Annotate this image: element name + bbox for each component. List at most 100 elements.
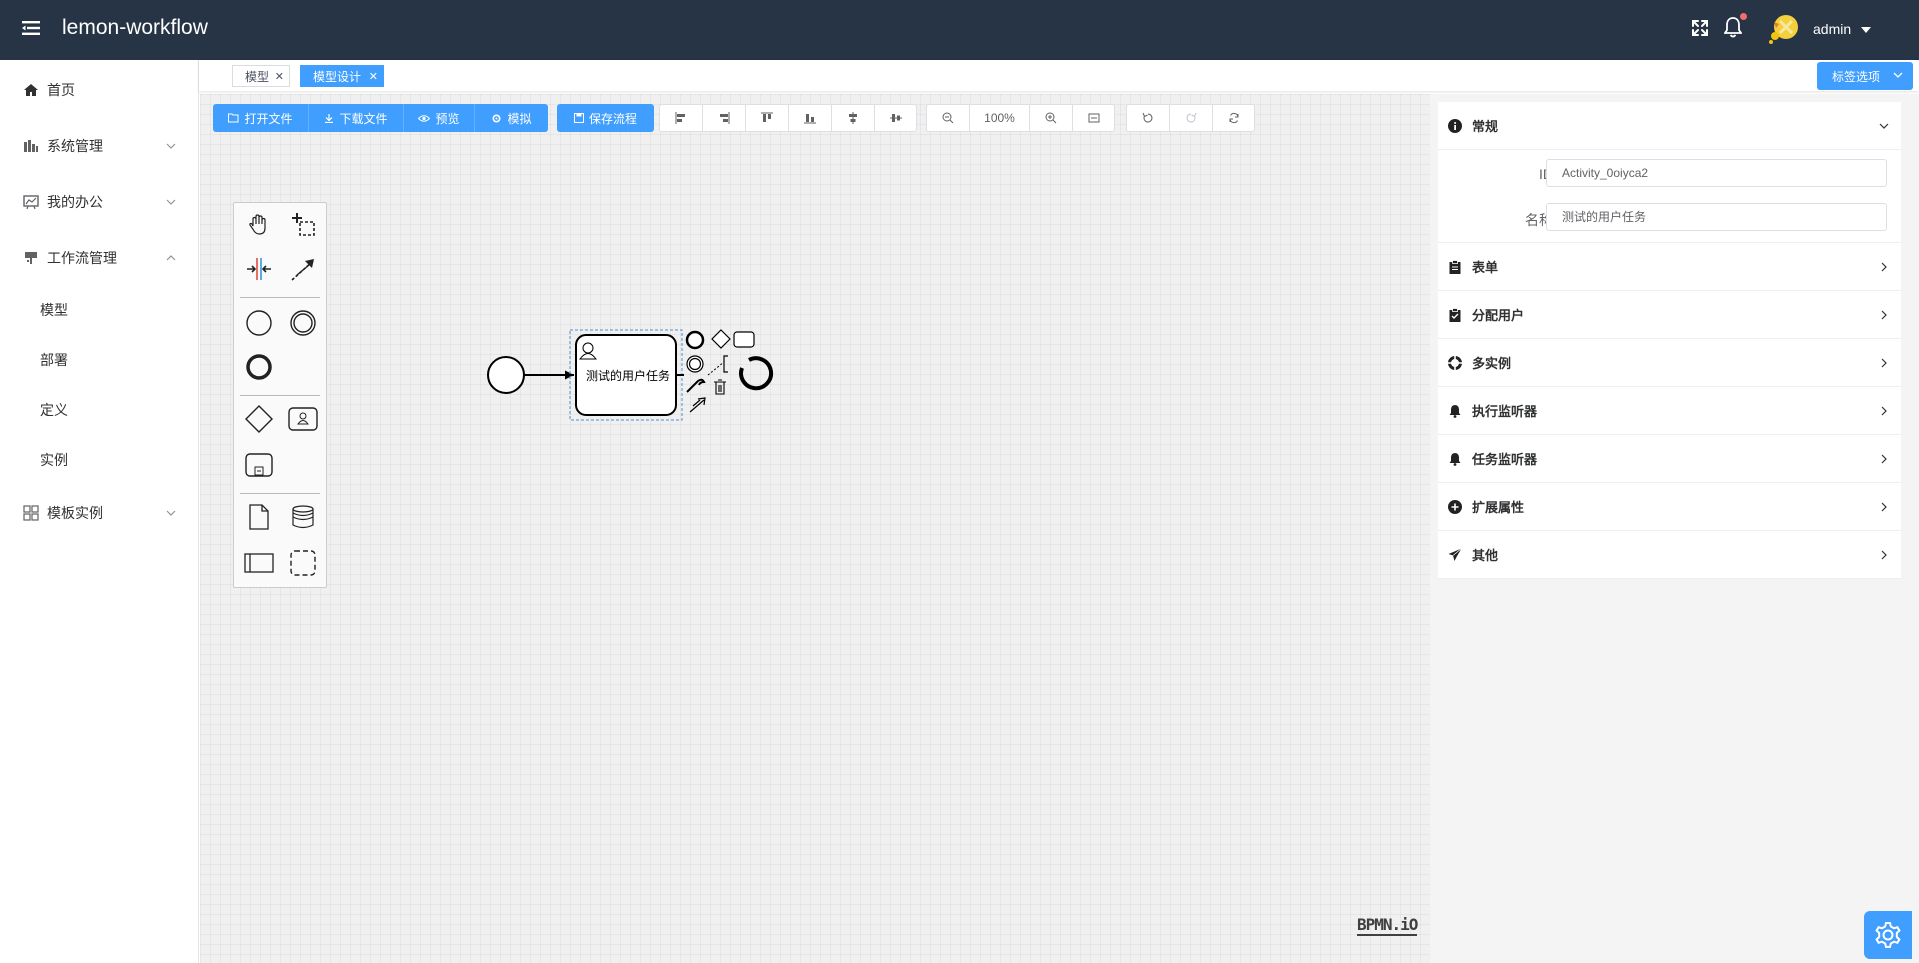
space-tool[interactable] xyxy=(243,253,275,285)
trash-icon[interactable] xyxy=(714,379,726,395)
wrench-icon[interactable] xyxy=(686,378,706,393)
redo-button[interactable] xyxy=(1169,104,1212,132)
create-end-event[interactable] xyxy=(243,351,275,383)
chevron-up-icon xyxy=(166,255,176,261)
tag-options-button[interactable]: 标签选项 xyxy=(1817,62,1913,90)
sidebar-subitem-label: 模型 xyxy=(40,302,68,318)
sidebar-subitem-deploy[interactable]: 部署 xyxy=(0,335,199,385)
reset-button[interactable] xyxy=(1212,104,1255,132)
save-process-button[interactable]: 保存流程 xyxy=(557,104,654,132)
user-name[interactable]: admin xyxy=(1813,21,1851,37)
sidebar-subitem-definition[interactable]: 定义 xyxy=(0,385,199,435)
fit-viewport-button[interactable] xyxy=(1072,104,1115,132)
start-event[interactable] xyxy=(487,356,525,394)
sidebar-item-template[interactable]: 模板实例 xyxy=(0,485,199,541)
section-form-header[interactable]: 表单 xyxy=(1438,243,1901,291)
sidebar-subitem-instance[interactable]: 实例 xyxy=(0,435,199,485)
global-connect-tool[interactable] xyxy=(287,253,319,285)
user-task-icon xyxy=(288,407,318,431)
save-process-label: 保存流程 xyxy=(588,111,637,126)
open-file-button[interactable]: 打开文件 xyxy=(213,104,309,132)
align-left-button[interactable] xyxy=(659,104,702,132)
align-top-icon xyxy=(761,112,773,122)
simulate-button[interactable]: 模拟 xyxy=(475,104,548,132)
align-button-group xyxy=(659,104,917,132)
hand-tool[interactable] xyxy=(243,209,275,241)
create-data-store[interactable] xyxy=(287,501,319,533)
grid-icon xyxy=(23,505,39,521)
section-general-header[interactable]: 常规 xyxy=(1438,102,1901,150)
chevron-down-icon xyxy=(166,510,176,516)
chevron-down-icon xyxy=(166,199,176,205)
top-navbar: lemon-workflow admin xyxy=(0,0,1919,60)
section-title: 分配用户 xyxy=(1472,308,1525,323)
id-form-row: ID Activity_0oiyca2 xyxy=(1438,152,1901,196)
data-object-icon xyxy=(249,504,269,530)
create-participant[interactable] xyxy=(243,547,275,579)
start-event-icon xyxy=(246,310,272,336)
create-group[interactable] xyxy=(287,547,319,579)
append-task-icon[interactable] xyxy=(733,331,755,348)
id-input[interactable]: Activity_0oiyca2 xyxy=(1546,159,1887,187)
create-start-event[interactable] xyxy=(243,307,275,339)
annotation-icon[interactable] xyxy=(723,355,728,373)
zoom-level: 100% xyxy=(969,104,1029,132)
refresh-icon xyxy=(1229,112,1238,124)
bpmn-canvas[interactable] xyxy=(200,94,1430,963)
sidebar-subitem-model[interactable]: 模型 xyxy=(0,285,199,335)
section-assignee-header[interactable]: 分配用户 xyxy=(1438,291,1901,339)
data-store-icon xyxy=(292,505,314,529)
section-task-listener-header[interactable]: 任务监听器 xyxy=(1438,435,1901,483)
zoom-out-icon xyxy=(942,112,954,124)
append-end-event-icon[interactable] xyxy=(685,330,705,350)
end-event[interactable] xyxy=(739,356,774,391)
fullscreen-icon[interactable] xyxy=(1690,18,1710,38)
home-icon xyxy=(24,84,38,96)
preview-button[interactable]: 预览 xyxy=(404,104,475,132)
connect-icon[interactable] xyxy=(689,397,706,413)
tags-view: 模型 ✕ 模型设计 ✕ xyxy=(199,60,1919,91)
section-execution-listener-header[interactable]: 执行监听器 xyxy=(1438,387,1901,435)
bell-icon[interactable] xyxy=(1724,16,1742,38)
create-data-object[interactable] xyxy=(243,501,275,533)
tag-model[interactable]: 模型 ✕ xyxy=(232,65,290,87)
name-input[interactable]: 测试的用户任务 xyxy=(1546,203,1887,231)
chevron-right-icon xyxy=(1881,550,1887,560)
create-user-task[interactable] xyxy=(287,403,319,435)
zoom-out-button[interactable] xyxy=(926,104,969,132)
properties-panel: 常规 ID Activity_0oiyca2 名称 测试的用户任务 表单 分配用… xyxy=(1430,94,1919,963)
sidebar-item-office[interactable]: 我的办公 xyxy=(0,174,199,230)
align-top-button[interactable] xyxy=(745,104,788,132)
close-icon[interactable]: ✕ xyxy=(369,70,378,83)
align-center-button[interactable] xyxy=(831,104,874,132)
sidebar-subitem-label: 部署 xyxy=(40,352,68,368)
create-intermediate-event[interactable] xyxy=(287,307,319,339)
sidebar-item-system[interactable]: 系统管理 xyxy=(0,118,199,174)
tag-model-design[interactable]: 模型设计 ✕ xyxy=(300,65,384,87)
open-file-label: 打开文件 xyxy=(244,111,293,126)
settings-button[interactable] xyxy=(1864,911,1912,959)
align-bottom-button[interactable] xyxy=(788,104,831,132)
close-icon[interactable]: ✕ xyxy=(275,70,284,83)
align-right-button[interactable] xyxy=(702,104,745,132)
tag-label: 模型设计 xyxy=(313,69,362,84)
zoom-in-button[interactable] xyxy=(1029,104,1072,132)
section-extension-header[interactable]: 扩展属性 xyxy=(1438,483,1901,531)
append-gateway-icon[interactable] xyxy=(711,329,731,349)
lasso-icon xyxy=(292,213,315,236)
section-other-header[interactable]: 其他 xyxy=(1438,531,1901,579)
undo-button[interactable] xyxy=(1126,104,1169,132)
sidebar-item-workflow[interactable]: 工作流管理 xyxy=(0,230,199,286)
section-multi-instance-header[interactable]: 多实例 xyxy=(1438,339,1901,387)
caret-down-icon[interactable] xyxy=(1861,27,1871,33)
create-subprocess[interactable] xyxy=(243,449,275,481)
sidebar-item-home[interactable]: 首页 xyxy=(0,62,199,118)
hamburger-icon[interactable] xyxy=(22,20,40,36)
help-ring-icon xyxy=(1448,356,1462,370)
download-file-button[interactable]: 下载文件 xyxy=(309,104,404,132)
lasso-tool[interactable] xyxy=(287,209,319,241)
align-middle-button[interactable] xyxy=(874,104,917,132)
avatar[interactable] xyxy=(1766,12,1802,46)
create-gateway[interactable] xyxy=(243,403,275,435)
bpmn-io-logo[interactable]: BPMN.iO xyxy=(1357,915,1418,936)
